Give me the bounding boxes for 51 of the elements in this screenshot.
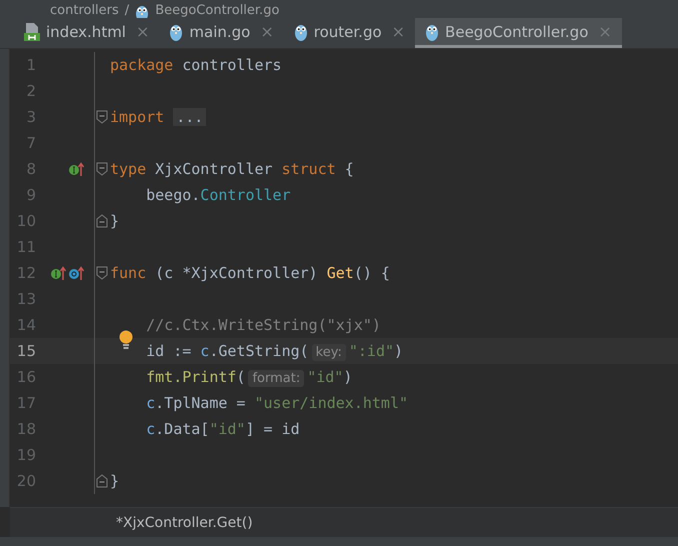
gopher-icon xyxy=(425,22,440,40)
code-line: id := c.GetString( key: ":id") xyxy=(146,342,404,360)
line-number: 17 xyxy=(16,394,36,412)
editor-tab[interactable]: index.html × xyxy=(14,18,160,48)
code-line: c.TplName = "user/index.html" xyxy=(146,394,408,412)
gopher-icon xyxy=(169,22,184,40)
code-line: } xyxy=(110,472,120,490)
parameter-hint: format: xyxy=(248,370,304,387)
editor-tab[interactable]: router.go × xyxy=(284,18,416,48)
code-line: func (c *XjxController) Get() { xyxy=(110,264,390,282)
code-line: } xyxy=(110,212,120,230)
code-line: //c.Ctx.WriteString("xjx") xyxy=(146,316,381,334)
line-number: 13 xyxy=(16,290,36,308)
code-line: package controllers xyxy=(110,56,282,74)
editor-tab[interactable]: main.go × xyxy=(159,18,284,48)
folded-code[interactable]: ... xyxy=(173,108,206,126)
breadcrumb-separator: / xyxy=(124,4,130,18)
code-breadcrumb[interactable]: *XjxController.Get() xyxy=(116,514,253,530)
tab-label: main.go xyxy=(189,22,250,40)
line-number: 18 xyxy=(16,420,36,438)
code-line: c.Data["id"] = id xyxy=(146,420,300,438)
line-number: 7 xyxy=(25,134,36,152)
line-number: 10 xyxy=(16,212,36,230)
line-number: 19 xyxy=(16,446,36,464)
line-number: 14 xyxy=(16,316,36,334)
line-number: 20 xyxy=(16,472,36,490)
close-icon[interactable]: × xyxy=(392,22,406,41)
editor-tab[interactable]: BeegoController.go × xyxy=(415,18,622,48)
tab-label: router.go xyxy=(314,22,382,40)
line-number: 3 xyxy=(25,108,36,126)
code-line: beego.Controller xyxy=(146,186,291,204)
parameter-hint: key: xyxy=(312,344,346,361)
line-number: 9 xyxy=(25,186,36,204)
close-icon[interactable]: × xyxy=(260,22,274,41)
breadcrumb-item[interactable]: BeegoController.go xyxy=(155,4,280,18)
tab-label: BeegoController.go xyxy=(445,22,588,40)
close-icon[interactable]: × xyxy=(136,22,150,41)
code-line: import ... xyxy=(110,108,206,126)
line-number: 2 xyxy=(25,82,36,100)
line-number: 1 xyxy=(25,56,36,74)
code-line: fmt.Printf( format: "id") xyxy=(146,368,352,386)
tab-label: index.html xyxy=(46,22,126,40)
breadcrumb-item[interactable]: controllers xyxy=(50,4,119,18)
line-number: 12 xyxy=(16,264,36,282)
html-file-icon xyxy=(24,22,40,40)
line-number: 16 xyxy=(16,368,36,386)
gopher-icon xyxy=(294,22,308,40)
line-number: 11 xyxy=(16,238,36,256)
line-number: 8 xyxy=(25,160,36,178)
line-number: 15 xyxy=(16,342,36,360)
code-line: type XjxController struct { xyxy=(110,160,354,178)
